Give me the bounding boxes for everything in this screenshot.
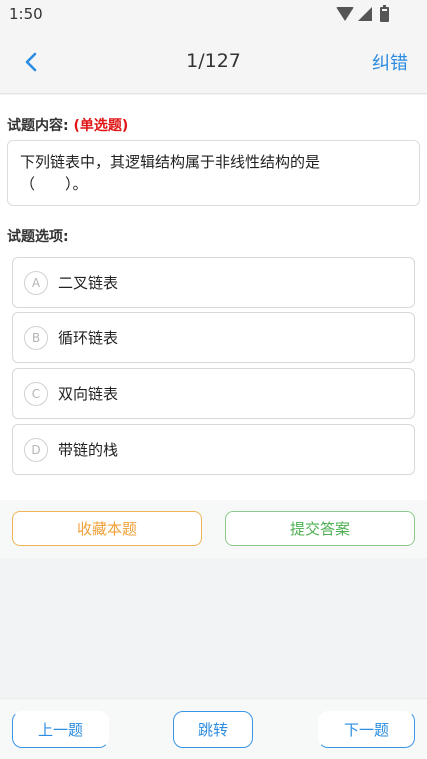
wifi-icon xyxy=(336,7,354,21)
option-text: 双向链表 xyxy=(58,385,119,403)
option-letter-badge: C xyxy=(24,381,48,406)
question-text-box: 下列链表中，其逻辑结构属于非线性结构的是 （ ）。 xyxy=(7,140,420,206)
nav-bar: 1/127 纠错 xyxy=(0,30,427,94)
question-text-line1: 下列链表中，其逻辑结构属于非线性结构的是 xyxy=(20,153,321,171)
option-c[interactable]: C 双向链表 xyxy=(12,368,415,419)
question-progress: 1/127 xyxy=(186,50,241,72)
question-panel: 试题内容: (单选题) 下列链表中，其逻辑结构属于非线性结构的是 （ ）。 试题… xyxy=(0,95,427,500)
question-type-tag: (单选题) xyxy=(73,118,129,134)
option-letter-badge: B xyxy=(24,325,48,350)
question-content-heading: 试题内容: (单选题) xyxy=(7,115,128,135)
option-b[interactable]: B 循环链表 xyxy=(12,312,415,363)
bottom-navigation: 上一题 跳转 下一题 xyxy=(0,698,427,759)
status-time: 1:50 xyxy=(9,5,43,23)
option-text: 带链的栈 xyxy=(58,441,119,459)
favorite-button[interactable]: 收藏本题 xyxy=(12,511,202,546)
report-error-button[interactable]: 纠错 xyxy=(372,49,408,75)
status-icons xyxy=(336,4,389,22)
option-a[interactable]: A 二叉链表 xyxy=(12,257,415,308)
next-question-button[interactable]: 下一题 xyxy=(318,711,415,748)
action-area: 收藏本题 提交答案 xyxy=(0,500,427,558)
options-heading: 试题选项: xyxy=(7,229,69,245)
previous-question-button[interactable]: 上一题 xyxy=(12,711,109,748)
jump-button[interactable]: 跳转 xyxy=(173,711,253,748)
question-content-label: 试题内容: xyxy=(7,118,69,134)
option-letter-badge: D xyxy=(24,437,48,462)
option-text: 循环链表 xyxy=(58,329,119,347)
option-letter-badge: A xyxy=(24,270,48,295)
submit-answer-button[interactable]: 提交答案 xyxy=(225,511,415,546)
option-d[interactable]: D 带链的栈 xyxy=(12,424,415,475)
status-bar: 1:50 xyxy=(0,0,427,30)
option-text: 二叉链表 xyxy=(58,274,119,292)
battery-icon xyxy=(380,4,389,22)
signal-icon xyxy=(358,7,372,21)
question-text-line2: （ ）。 xyxy=(20,175,88,193)
